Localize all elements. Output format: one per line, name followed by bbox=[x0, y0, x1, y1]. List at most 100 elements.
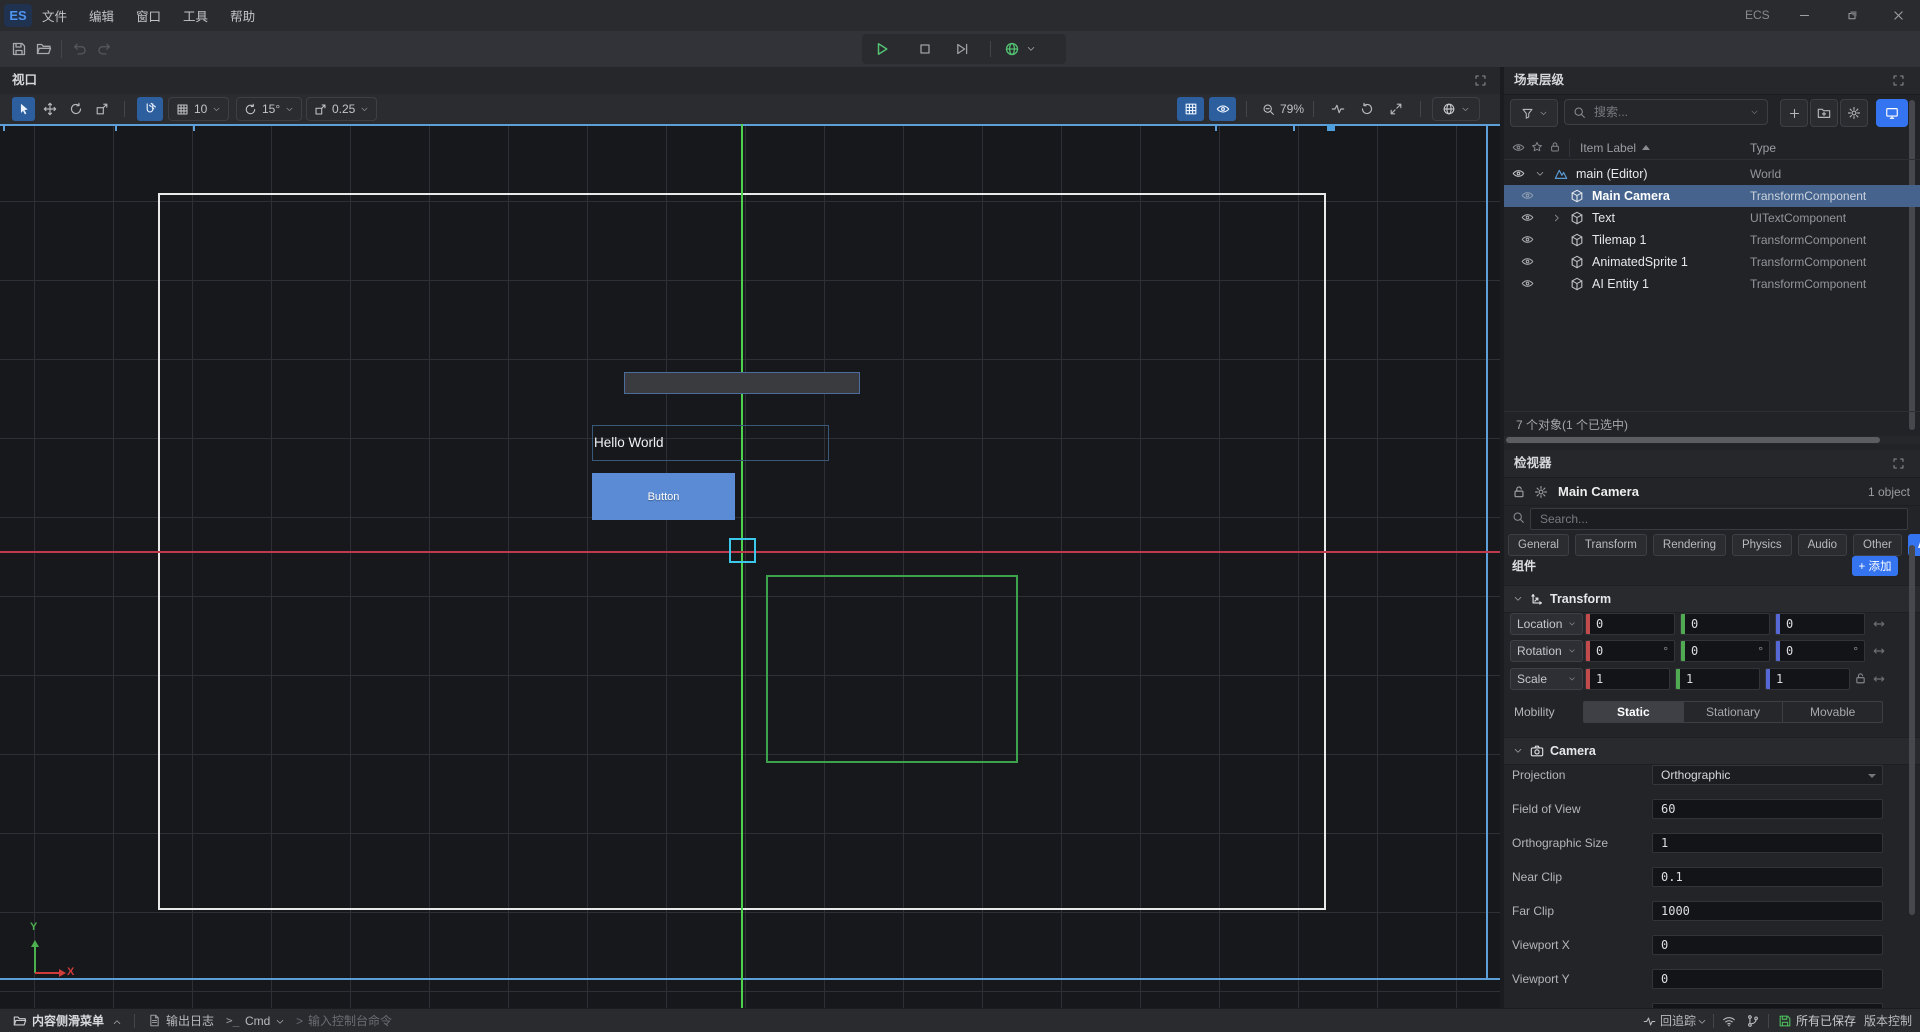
chevron-down-icon[interactable] bbox=[1513, 746, 1523, 756]
grid-snap-dropdown[interactable]: 10 bbox=[168, 97, 229, 121]
field-of-view-input[interactable]: 60 bbox=[1652, 799, 1883, 819]
world-select-dropdown[interactable] bbox=[1004, 41, 1036, 57]
gizmo-visibility-button[interactable] bbox=[1209, 97, 1236, 121]
rotation-x-field[interactable]: 0° bbox=[1585, 640, 1675, 662]
eye-column-icon[interactable] bbox=[1512, 141, 1525, 154]
panel-expand-icon[interactable] bbox=[1892, 457, 1905, 470]
eye-icon[interactable] bbox=[1521, 233, 1534, 246]
inspector-search-input[interactable] bbox=[1538, 511, 1900, 527]
projection-select[interactable]: Orthographic bbox=[1652, 765, 1883, 785]
lock-column-icon[interactable] bbox=[1549, 141, 1561, 153]
rotation-mode-dropdown[interactable]: Rotation bbox=[1510, 640, 1583, 662]
redo-button[interactable] bbox=[96, 41, 112, 57]
rotation-z-field[interactable]: 0° bbox=[1775, 640, 1865, 662]
scale-mode-dropdown[interactable]: Scale bbox=[1510, 668, 1583, 690]
tree-row-text[interactable]: Text UITextComponent bbox=[1504, 207, 1920, 229]
view-mode-button[interactable] bbox=[1876, 99, 1908, 127]
cmd-dropdown[interactable]: Cmd bbox=[245, 1009, 270, 1032]
menu-tools[interactable]: 工具 bbox=[179, 0, 212, 31]
inspector-search[interactable] bbox=[1530, 508, 1908, 530]
location-mode-dropdown[interactable]: Location bbox=[1510, 613, 1583, 635]
add-component-button[interactable]: + 添加 bbox=[1852, 556, 1898, 576]
eye-icon[interactable] bbox=[1521, 211, 1534, 224]
orthographic-size-input[interactable]: 1 bbox=[1652, 833, 1883, 853]
close-button[interactable] bbox=[1880, 0, 1916, 30]
console-input-placeholder[interactable]: 输入控制台命令 bbox=[308, 1009, 392, 1032]
link-icon[interactable] bbox=[1872, 617, 1886, 631]
column-item-label[interactable]: Item Label bbox=[1580, 137, 1636, 159]
tab-rendering[interactable]: Rendering bbox=[1653, 534, 1726, 556]
move-tool-button[interactable] bbox=[38, 97, 61, 121]
camera-section-header[interactable]: Camera bbox=[1504, 737, 1920, 765]
panel-object[interactable] bbox=[624, 372, 860, 394]
camera-mode-dropdown[interactable] bbox=[1432, 97, 1480, 121]
unlock-icon[interactable] bbox=[1854, 672, 1867, 685]
minimize-button[interactable] bbox=[1786, 0, 1822, 30]
snap-toggle-button[interactable] bbox=[137, 97, 163, 121]
step-forward-button[interactable] bbox=[954, 41, 970, 57]
mobility-movable[interactable]: Movable bbox=[1783, 702, 1882, 722]
location-y-field[interactable]: 0 bbox=[1680, 613, 1770, 635]
viewport-x-input[interactable]: 0 bbox=[1652, 935, 1883, 955]
grid-toggle-button[interactable] bbox=[1177, 97, 1204, 121]
hierarchy-hscroll-track[interactable] bbox=[1504, 436, 1920, 444]
app-logo[interactable]: ES bbox=[4, 4, 32, 27]
tree-row-tilemap[interactable]: Tilemap 1 TransformComponent bbox=[1504, 229, 1920, 251]
maximize-button[interactable] bbox=[1834, 0, 1870, 30]
bounds-handle[interactable] bbox=[1327, 124, 1335, 131]
output-log-button[interactable]: 输出日志 bbox=[166, 1009, 214, 1032]
panel-expand-icon[interactable] bbox=[1892, 74, 1905, 87]
scale-tool-button[interactable] bbox=[90, 97, 113, 121]
viewport-y-input[interactable]: 0 bbox=[1652, 969, 1883, 989]
eye-icon[interactable] bbox=[1512, 167, 1525, 180]
tab-general[interactable]: General bbox=[1508, 534, 1569, 556]
mobility-stationary[interactable]: Stationary bbox=[1684, 702, 1784, 722]
stats-button[interactable] bbox=[1326, 97, 1349, 121]
tree-row-main[interactable]: main (Editor) World bbox=[1504, 163, 1920, 185]
tree-row-animatedsprite[interactable]: AnimatedSprite 1 TransformComponent bbox=[1504, 251, 1920, 273]
add-entity-button[interactable] bbox=[1780, 99, 1808, 127]
reset-view-button[interactable] bbox=[1355, 97, 1378, 121]
new-folder-button[interactable] bbox=[1810, 99, 1838, 127]
tab-audio[interactable]: Audio bbox=[1798, 534, 1847, 556]
location-z-field[interactable]: 0 bbox=[1775, 613, 1865, 635]
tab-transform[interactable]: Transform bbox=[1575, 534, 1647, 556]
scale-snap-dropdown[interactable]: 0.25 bbox=[306, 97, 377, 121]
content-drawer-button[interactable]: 内容侧滑菜单 bbox=[32, 1009, 104, 1032]
chevron-down-icon[interactable] bbox=[1697, 1017, 1707, 1027]
far-clip-input[interactable]: 1000 bbox=[1652, 901, 1883, 921]
lock-icon[interactable] bbox=[1512, 485, 1526, 499]
scale-x-field[interactable]: 1 bbox=[1585, 668, 1670, 690]
link-icon[interactable] bbox=[1872, 672, 1886, 686]
rotation-y-field[interactable]: 0° bbox=[1680, 640, 1770, 662]
trace-dropdown[interactable]: 回追踪 bbox=[1660, 1009, 1696, 1032]
transform-section-header[interactable]: Transform bbox=[1504, 585, 1920, 613]
location-x-field[interactable]: 0 bbox=[1585, 613, 1675, 635]
open-folder-button[interactable] bbox=[36, 41, 52, 57]
zoom-level[interactable]: 79% bbox=[1262, 97, 1304, 121]
mobility-static[interactable]: Static bbox=[1584, 702, 1684, 722]
play-button[interactable] bbox=[874, 41, 890, 57]
hierarchy-search-input[interactable] bbox=[1592, 104, 1744, 120]
selection-box[interactable] bbox=[729, 538, 756, 563]
panel-expand-icon[interactable] bbox=[1474, 74, 1487, 87]
fullscreen-button[interactable] bbox=[1384, 97, 1407, 121]
chevron-down-icon[interactable] bbox=[1513, 594, 1523, 604]
star-column-icon[interactable] bbox=[1531, 141, 1543, 153]
select-tool-button[interactable] bbox=[12, 97, 35, 121]
eye-icon[interactable] bbox=[1521, 189, 1534, 202]
eye-icon[interactable] bbox=[1521, 255, 1534, 268]
scale-y-field[interactable]: 1 bbox=[1675, 668, 1760, 690]
undo-button[interactable] bbox=[72, 41, 88, 57]
chevron-down-icon[interactable] bbox=[275, 1017, 285, 1027]
scene-canvas[interactable]: Hello World Button Y X bbox=[0, 124, 1500, 1008]
hierarchy-settings-button[interactable] bbox=[1840, 99, 1868, 127]
menu-help[interactable]: 帮助 bbox=[226, 0, 259, 31]
tab-other[interactable]: Other bbox=[1853, 534, 1902, 556]
rotate-tool-button[interactable] bbox=[64, 97, 87, 121]
tree-row-main-camera[interactable]: Main Camera TransformComponent bbox=[1504, 185, 1920, 207]
text-object[interactable]: Hello World bbox=[592, 425, 829, 461]
button-object[interactable]: Button bbox=[592, 473, 735, 520]
menu-file[interactable]: 文件 bbox=[38, 0, 71, 31]
chevron-up-icon[interactable] bbox=[112, 1017, 122, 1027]
